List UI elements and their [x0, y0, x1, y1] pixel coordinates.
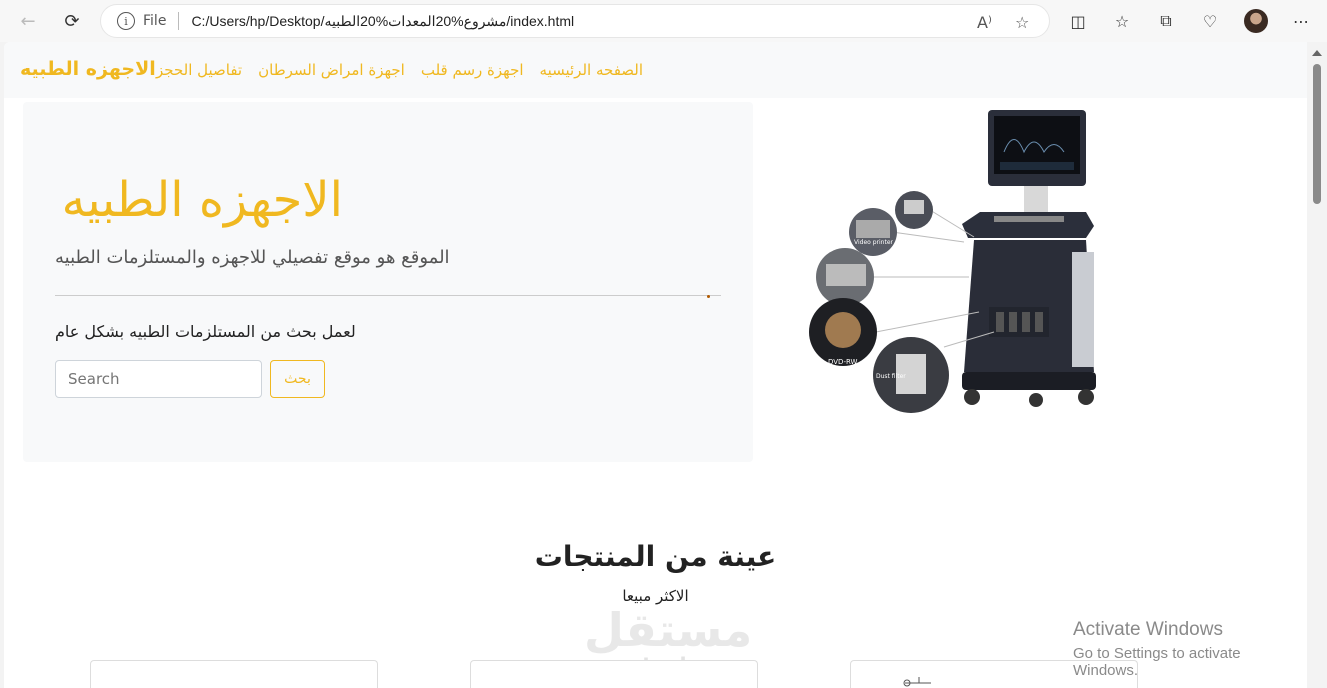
- info-icon[interactable]: i: [117, 12, 135, 30]
- hero-jumbotron: الاجهزه الطبيه الموقع هو موقع تفصيلي للا…: [23, 102, 753, 462]
- video-printer-label: Video printer: [854, 239, 894, 246]
- search-input[interactable]: [55, 360, 262, 398]
- vertical-scrollbar[interactable]: [1307, 42, 1327, 688]
- browser-toolbar: ← ⟳ i File C:/Users/hp/Desktop/مشروع%20ا…: [0, 0, 1327, 42]
- product-thumbnail-icon: [903, 677, 931, 687]
- product-card[interactable]: [90, 660, 378, 688]
- nav-link-booking[interactable]: تفاصيل الحجز: [156, 61, 242, 79]
- nav-link-ecg[interactable]: اجهزة رسم قلب: [421, 61, 524, 79]
- nav-link-home[interactable]: الصفحه الرئيسيه: [540, 61, 644, 79]
- activate-title: Activate Windows: [1073, 619, 1223, 640]
- watermark-arabic: مستقل: [584, 603, 753, 657]
- hero-dot: [707, 295, 710, 298]
- activate-windows-notice: Activate Windows Go to Settings to activ…: [1073, 619, 1307, 679]
- web-page: الاجهزه الطبيه الصفحه الرئيسيه اجهزة رسم…: [4, 42, 1307, 688]
- health-icon[interactable]: ♡: [1198, 9, 1222, 33]
- back-icon[interactable]: ←: [16, 9, 40, 33]
- url-text[interactable]: C:/Users/hp/Desktop/مشروع%20المعدات%20ال…: [191, 13, 574, 30]
- activate-message: Go to Settings to activate Windows.: [1073, 645, 1241, 679]
- file-label: File: [143, 13, 167, 29]
- ultrasound-machine-image: Video printer DVD-RW Dust filter: [809, 110, 1096, 413]
- more-menu-icon[interactable]: ⋯: [1289, 9, 1313, 33]
- profile-avatar[interactable]: [1244, 9, 1268, 33]
- products-section-title: عينة من المنتجات: [534, 540, 777, 573]
- hero-text: لعمل بحث من المستلزمات الطبيه بشكل عام: [55, 322, 356, 341]
- favorite-star-icon[interactable]: ☆: [1015, 13, 1029, 32]
- hero-subtitle: الموقع هو موقع تفصيلي للاجهزه والمستلزما…: [55, 247, 450, 268]
- hero-divider: [55, 295, 721, 296]
- read-aloud-icon[interactable]: A⁾: [977, 13, 992, 32]
- nav-link-oncology[interactable]: اجهزة امراض السرطان: [258, 61, 405, 79]
- favorites-icon[interactable]: ☆: [1110, 9, 1134, 33]
- split-screen-icon[interactable]: ◫: [1066, 9, 1090, 33]
- scroll-up-arrow-icon[interactable]: [1312, 50, 1322, 56]
- nav-links: الصفحه الرئيسيه اجهزة رسم قلب اجهزة امرا…: [156, 61, 643, 79]
- refresh-icon[interactable]: ⟳: [60, 9, 84, 33]
- dust-filter-label: Dust filter: [876, 373, 906, 380]
- scroll-thumb[interactable]: [1313, 64, 1321, 204]
- navbar: الاجهزه الطبيه الصفحه الرئيسيه اجهزة رسم…: [4, 42, 1307, 98]
- navbar-brand[interactable]: الاجهزه الطبيه: [20, 58, 156, 80]
- collections-icon[interactable]: ⧉: [1154, 9, 1178, 33]
- dvd-label: DVD-RW: [828, 358, 858, 366]
- product-card[interactable]: [470, 660, 758, 688]
- address-bar[interactable]: i File C:/Users/hp/Desktop/مشروع%20المعد…: [100, 4, 1050, 38]
- search-button[interactable]: بحث: [270, 360, 325, 398]
- hero-title: الاجهزه الطبيه: [61, 172, 343, 228]
- divider: [178, 12, 180, 30]
